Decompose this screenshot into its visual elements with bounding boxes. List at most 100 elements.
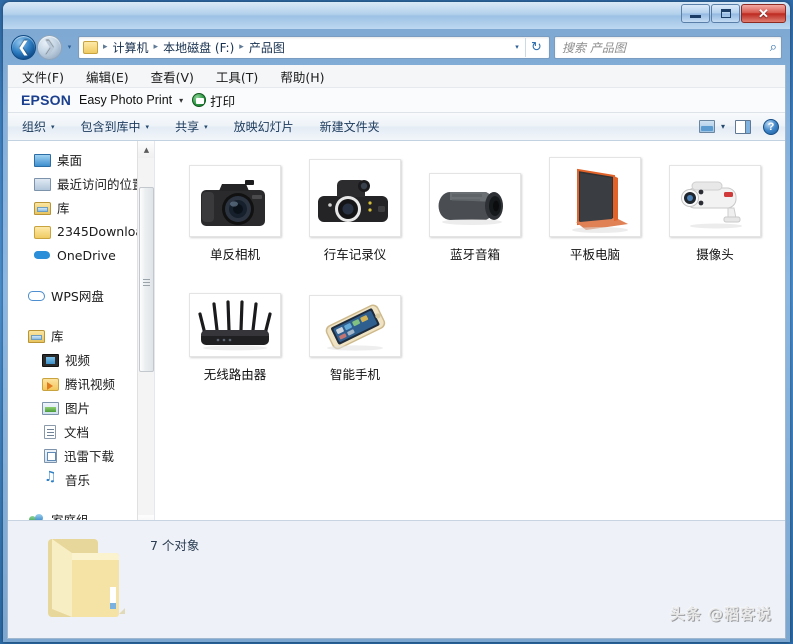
sidebar-item-label: 腾讯视频 xyxy=(65,376,116,392)
search-box[interactable]: 搜索 产品图 ⌕ xyxy=(554,35,782,59)
file-grid: 单反相机 行车记录仪 蓝牙音箱 平板电脑 摄像头 无线路由器 智能手机 xyxy=(175,155,785,395)
window-controls: ✕ xyxy=(681,4,786,23)
sidebar-item-desktop[interactable]: 桌面 xyxy=(8,147,154,171)
sidebar-item-tencent-video[interactable]: 腾讯视频 xyxy=(8,371,154,395)
security-camera-icon xyxy=(672,168,758,234)
share-label: 共享 xyxy=(175,120,200,134)
dslr-camera-icon xyxy=(192,168,278,234)
library-icon xyxy=(28,329,45,343)
file-list-pane[interactable]: 单反相机 行车记录仪 蓝牙音箱 平板电脑 摄像头 无线路由器 智能手机 xyxy=(159,141,785,532)
close-icon: ✕ xyxy=(758,6,769,21)
new-folder-button[interactable]: 新建文件夹 xyxy=(320,118,380,135)
share-button[interactable]: 共享 ▾ xyxy=(175,118,208,135)
maximize-button[interactable] xyxy=(711,4,740,23)
minimize-icon xyxy=(690,15,701,18)
sidebar-item-onedrive[interactable]: OneDrive xyxy=(8,243,154,267)
sidebar-item-label: 桌面 xyxy=(57,152,83,168)
breadcrumb-item-drive[interactable]: 本地磁盘 (F:) xyxy=(161,39,236,56)
sidebar-item-wps-cloud[interactable]: WPS网盘 xyxy=(8,283,154,307)
print-button[interactable]: 打印 xyxy=(210,91,235,110)
file-item[interactable]: 智能手机 xyxy=(295,275,415,383)
sidebar-item-label: 图片 xyxy=(65,400,91,416)
close-button[interactable]: ✕ xyxy=(741,4,786,23)
smartphone-icon xyxy=(312,298,398,354)
chevron-down-icon[interactable]: ▾ xyxy=(179,96,183,105)
video-icon xyxy=(42,353,59,367)
thumbnail-smartphone xyxy=(309,295,401,357)
easy-photo-print-label[interactable]: Easy Photo Print xyxy=(79,93,172,107)
change-view-icon[interactable] xyxy=(698,120,715,133)
command-bar: 组织 ▾ 包含到库中 ▾ 共享 ▾ 放映幻灯片 新建文件夹 ▾ ? xyxy=(8,113,785,141)
menu-view[interactable]: 查看(V) xyxy=(151,67,194,86)
sidebar-item-documents[interactable]: 文档 xyxy=(8,419,154,443)
file-item[interactable]: 单反相机 xyxy=(175,155,295,263)
menu-edit[interactable]: 编辑(E) xyxy=(86,67,129,86)
sidebar-item-pictures[interactable]: 图片 xyxy=(8,395,154,419)
preview-pane-icon[interactable] xyxy=(735,119,751,134)
history-dropdown-icon[interactable]: ▾ xyxy=(63,43,76,51)
chevron-down-icon[interactable]: ▾ xyxy=(721,122,725,131)
maximize-icon xyxy=(720,9,731,18)
breadcrumb-item-computer[interactable]: 计算机 xyxy=(111,39,151,56)
search-icon: ⌕ xyxy=(769,39,777,55)
sidebar-item-libraries[interactable]: 库 xyxy=(8,195,154,219)
sidebar-scrollbar[interactable]: ▲ ▼ xyxy=(137,141,154,532)
address-bar[interactable]: ▸ 计算机 ▸ 本地磁盘 (F:) ▸ 产品图 ▾ ↻ xyxy=(78,35,550,59)
file-item[interactable]: 蓝牙音箱 xyxy=(415,155,535,263)
organize-button[interactable]: 组织 ▾ xyxy=(22,118,55,135)
menu-file[interactable]: 文件(F) xyxy=(22,67,64,86)
refresh-button[interactable]: ↻ xyxy=(526,40,547,55)
folder-icon xyxy=(83,40,98,54)
sidebar-item-2345downloads[interactable]: 2345Downloads xyxy=(8,219,154,243)
wifi-router-icon xyxy=(192,296,278,354)
breadcrumb-separator: ▸ xyxy=(239,42,244,52)
file-label: 摄像头 xyxy=(696,247,734,262)
sidebar-item-label: 视频 xyxy=(65,352,91,368)
thumbnail-wrap xyxy=(189,275,281,357)
scroll-up-icon[interactable]: ▲ xyxy=(138,141,154,158)
menu-tools[interactable]: 工具(T) xyxy=(216,67,258,86)
bluetooth-speaker-icon xyxy=(432,176,518,234)
sidebar-item-recent-places[interactable]: 最近访问的位置 xyxy=(8,171,154,195)
breadcrumb: ▸ 计算机 ▸ 本地磁盘 (F:) ▸ 产品图 xyxy=(82,39,509,56)
print-icon xyxy=(192,93,207,107)
thumbnail-tablet xyxy=(549,157,641,237)
back-button[interactable]: ❮ xyxy=(11,34,36,60)
help-icon[interactable]: ? xyxy=(763,118,779,135)
breadcrumb-separator: ▸ xyxy=(153,42,159,52)
breadcrumb-item-folder[interactable]: 产品图 xyxy=(247,39,287,56)
dashcam-icon xyxy=(312,162,398,234)
menu-help[interactable]: 帮助(H) xyxy=(280,67,324,86)
status-text: 7 个对象 xyxy=(150,538,200,553)
thumbnail-wrap xyxy=(549,155,641,237)
file-label: 无线路由器 xyxy=(203,367,267,382)
wps-cloud-icon xyxy=(28,287,45,303)
forward-button[interactable]: ❯ xyxy=(37,34,62,60)
thumbnail-bluetooth-speaker xyxy=(429,173,521,237)
sidebar-item-music[interactable]: 音乐 xyxy=(8,467,154,491)
address-dropdown-icon[interactable]: ▾ xyxy=(509,43,525,51)
minimize-button[interactable] xyxy=(681,4,710,23)
file-label: 行车记录仪 xyxy=(323,247,387,262)
slideshow-button[interactable]: 放映幻灯片 xyxy=(234,118,294,135)
file-item[interactable]: 平板电脑 xyxy=(535,155,655,263)
file-item[interactable]: 无线路由器 xyxy=(175,275,295,383)
search-input[interactable]: 搜索 产品图 xyxy=(562,39,770,56)
music-icon xyxy=(42,469,59,487)
include-in-library-button[interactable]: 包含到库中 ▾ xyxy=(81,118,150,135)
scrollbar-thumb[interactable] xyxy=(139,187,154,372)
file-item[interactable]: 摄像头 xyxy=(655,155,775,263)
pictures-icon xyxy=(42,401,59,415)
file-item[interactable]: 行车记录仪 xyxy=(295,155,415,263)
sidebar-item-libraries-section[interactable]: 库 xyxy=(8,323,154,347)
chevron-down-icon: ▾ xyxy=(51,122,55,131)
file-label: 平板电脑 xyxy=(569,247,620,262)
thumbnail-security-camera xyxy=(669,165,761,237)
sidebar-item-videos[interactable]: 视频 xyxy=(8,347,154,371)
organize-label: 组织 xyxy=(22,120,47,134)
onedrive-icon xyxy=(34,247,51,263)
thumbnail-wrap xyxy=(189,155,281,237)
sidebar-item-thunder-download[interactable]: 迅雷下载 xyxy=(8,443,154,467)
